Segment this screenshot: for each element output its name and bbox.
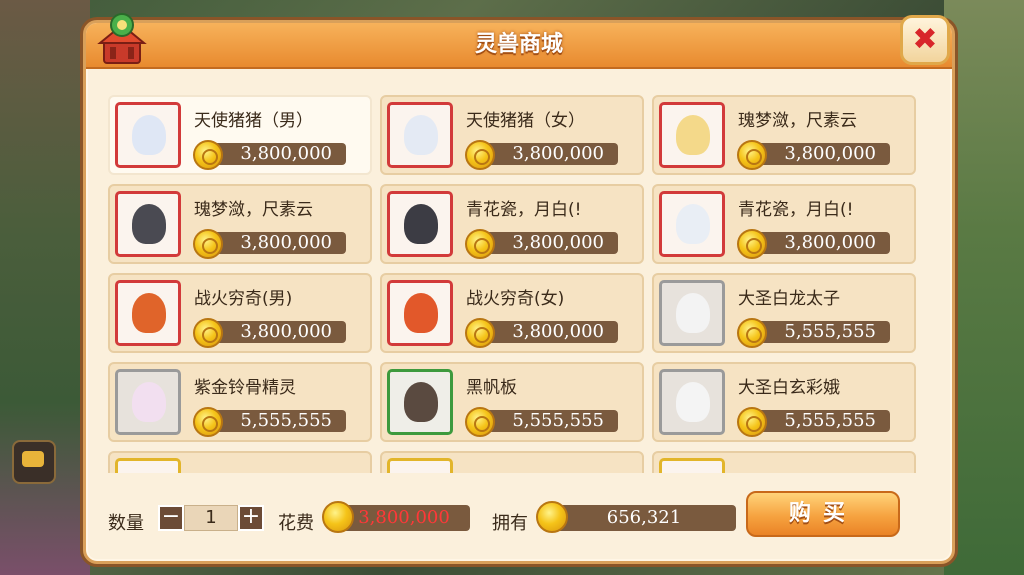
gold-coin-icon — [737, 318, 767, 348]
item-thumbnail — [387, 369, 453, 435]
close-icon: ✖ — [912, 22, 938, 57]
gold-coin-icon — [737, 140, 767, 170]
gold-coin-icon — [465, 140, 495, 170]
item-thumbnail — [115, 191, 181, 257]
gold-coin-icon — [193, 229, 223, 259]
shop-item-card[interactable]: 大圣白龙太子 5,555,555 — [652, 273, 916, 353]
gold-coin-icon — [536, 501, 568, 533]
item-thumbnail — [659, 369, 725, 435]
shop-item-card[interactable]: 青花瓷，月白(! 3,800,000 — [380, 184, 644, 264]
close-button[interactable]: ✖ — [900, 15, 950, 65]
item-name: 瑰梦潋，尺素云 — [194, 200, 313, 217]
shop-item-card-partial[interactable] — [652, 451, 916, 473]
gold-coin-icon — [737, 229, 767, 259]
item-price: 5,555,555 — [754, 410, 890, 432]
item-name: 瑰梦潋，尺素云 — [738, 111, 857, 128]
quantity-input[interactable]: 1 — [184, 505, 238, 531]
gold-coin-icon — [465, 229, 495, 259]
shop-item-card[interactable]: 紫金铃骨精灵 5,555,555 — [108, 362, 372, 442]
shop-item-card-partial[interactable] — [380, 451, 644, 473]
shop-item-card[interactable]: 黑帆板 5,555,555 — [380, 362, 644, 442]
item-thumbnail — [387, 280, 453, 346]
item-thumbnail — [387, 458, 453, 473]
item-price: 3,800,000 — [482, 143, 618, 165]
shop-item-card[interactable]: 天使猪猪（男） 3,800,000 — [108, 95, 372, 175]
item-price: 3,800,000 — [482, 321, 618, 343]
item-price: 3,800,000 — [754, 232, 890, 254]
gold-coin-icon — [322, 501, 354, 533]
item-price: 3,800,000 — [210, 143, 346, 165]
item-name: 紫金铃骨精灵 — [194, 378, 296, 395]
item-thumbnail — [659, 280, 725, 346]
item-price: 5,555,555 — [754, 321, 890, 343]
gold-coin-icon — [465, 318, 495, 348]
item-thumbnail — [387, 191, 453, 257]
buy-button[interactable]: 购买 — [746, 491, 900, 537]
item-name: 天使猪猪（女） — [466, 111, 585, 128]
item-price: 3,800,000 — [210, 321, 346, 343]
item-thumbnail — [115, 280, 181, 346]
shop-item-card[interactable]: 战火穷奇(女) 3,800,000 — [380, 273, 644, 353]
item-thumbnail — [387, 102, 453, 168]
gold-coin-icon — [193, 407, 223, 437]
shop-item-card-partial[interactable] — [108, 451, 372, 473]
item-thumbnail — [659, 102, 725, 168]
title-bar: 灵兽商城 — [86, 23, 952, 69]
item-name: 黑帆板 — [466, 378, 517, 395]
item-price: 3,800,000 — [482, 232, 618, 254]
item-price: 3,800,000 — [754, 143, 890, 165]
item-grid[interactable]: 天使猪猪（男） 3,800,000 天使猪猪（女） 3,800,000 瑰梦潋，… — [108, 95, 926, 473]
item-thumbnail — [659, 191, 725, 257]
game-background-left — [0, 0, 90, 575]
shop-item-card[interactable]: 战火穷奇(男) 3,800,000 — [108, 273, 372, 353]
item-name: 青花瓷，月白(! — [738, 200, 854, 217]
item-price: 5,555,555 — [482, 410, 618, 432]
gold-coin-icon — [737, 407, 767, 437]
gold-coin-icon — [193, 318, 223, 348]
pet-shop-panel: 灵兽商城 ✖ 天使猪猪（男） 3,800,000 天使猪猪（女） 3,800,0… — [83, 13, 955, 564]
item-name: 大圣白龙太子 — [738, 289, 840, 306]
chat-icon[interactable] — [12, 440, 56, 484]
item-name: 战火穷奇(男) — [194, 289, 293, 306]
item-thumbnail — [115, 458, 181, 473]
item-thumbnail — [115, 102, 181, 168]
game-background-right — [944, 0, 1024, 575]
page-title: 灵兽商城 — [474, 32, 563, 57]
item-thumbnail — [659, 458, 725, 473]
item-name: 大圣白玄彩娥 — [738, 378, 840, 395]
item-price: 5,555,555 — [210, 410, 346, 432]
item-name: 战火穷奇(女) — [466, 289, 565, 306]
purchase-bar: 数量 − 1 + 花费 3,800,000 拥有 656,321 购买 — [86, 485, 952, 555]
quantity-label: 数量 — [108, 513, 144, 534]
item-thumbnail — [115, 369, 181, 435]
item-price: 3,800,000 — [210, 232, 346, 254]
quantity-plus-button[interactable]: + — [238, 505, 264, 531]
shop-item-card[interactable]: 大圣白玄彩娥 5,555,555 — [652, 362, 916, 442]
owned-value: 656,321 — [552, 505, 736, 531]
owned-label: 拥有 — [492, 513, 528, 534]
shop-item-card[interactable]: 瑰梦潋，尺素云 3,800,000 — [652, 95, 916, 175]
quantity-minus-button[interactable]: − — [158, 505, 184, 531]
item-name: 天使猪猪（男） — [194, 111, 313, 128]
gold-coin-icon — [193, 140, 223, 170]
cost-value: 3,800,000 — [338, 505, 470, 531]
item-name: 青花瓷，月白(! — [466, 200, 582, 217]
shop-emblem-icon — [97, 13, 147, 64]
shop-item-card[interactable]: 青花瓷，月白(! 3,800,000 — [652, 184, 916, 264]
cost-label: 花费 — [278, 513, 314, 534]
shop-item-card[interactable]: 瑰梦潋，尺素云 3,800,000 — [108, 184, 372, 264]
shop-item-card[interactable]: 天使猪猪（女） 3,800,000 — [380, 95, 644, 175]
gold-coin-icon — [465, 407, 495, 437]
